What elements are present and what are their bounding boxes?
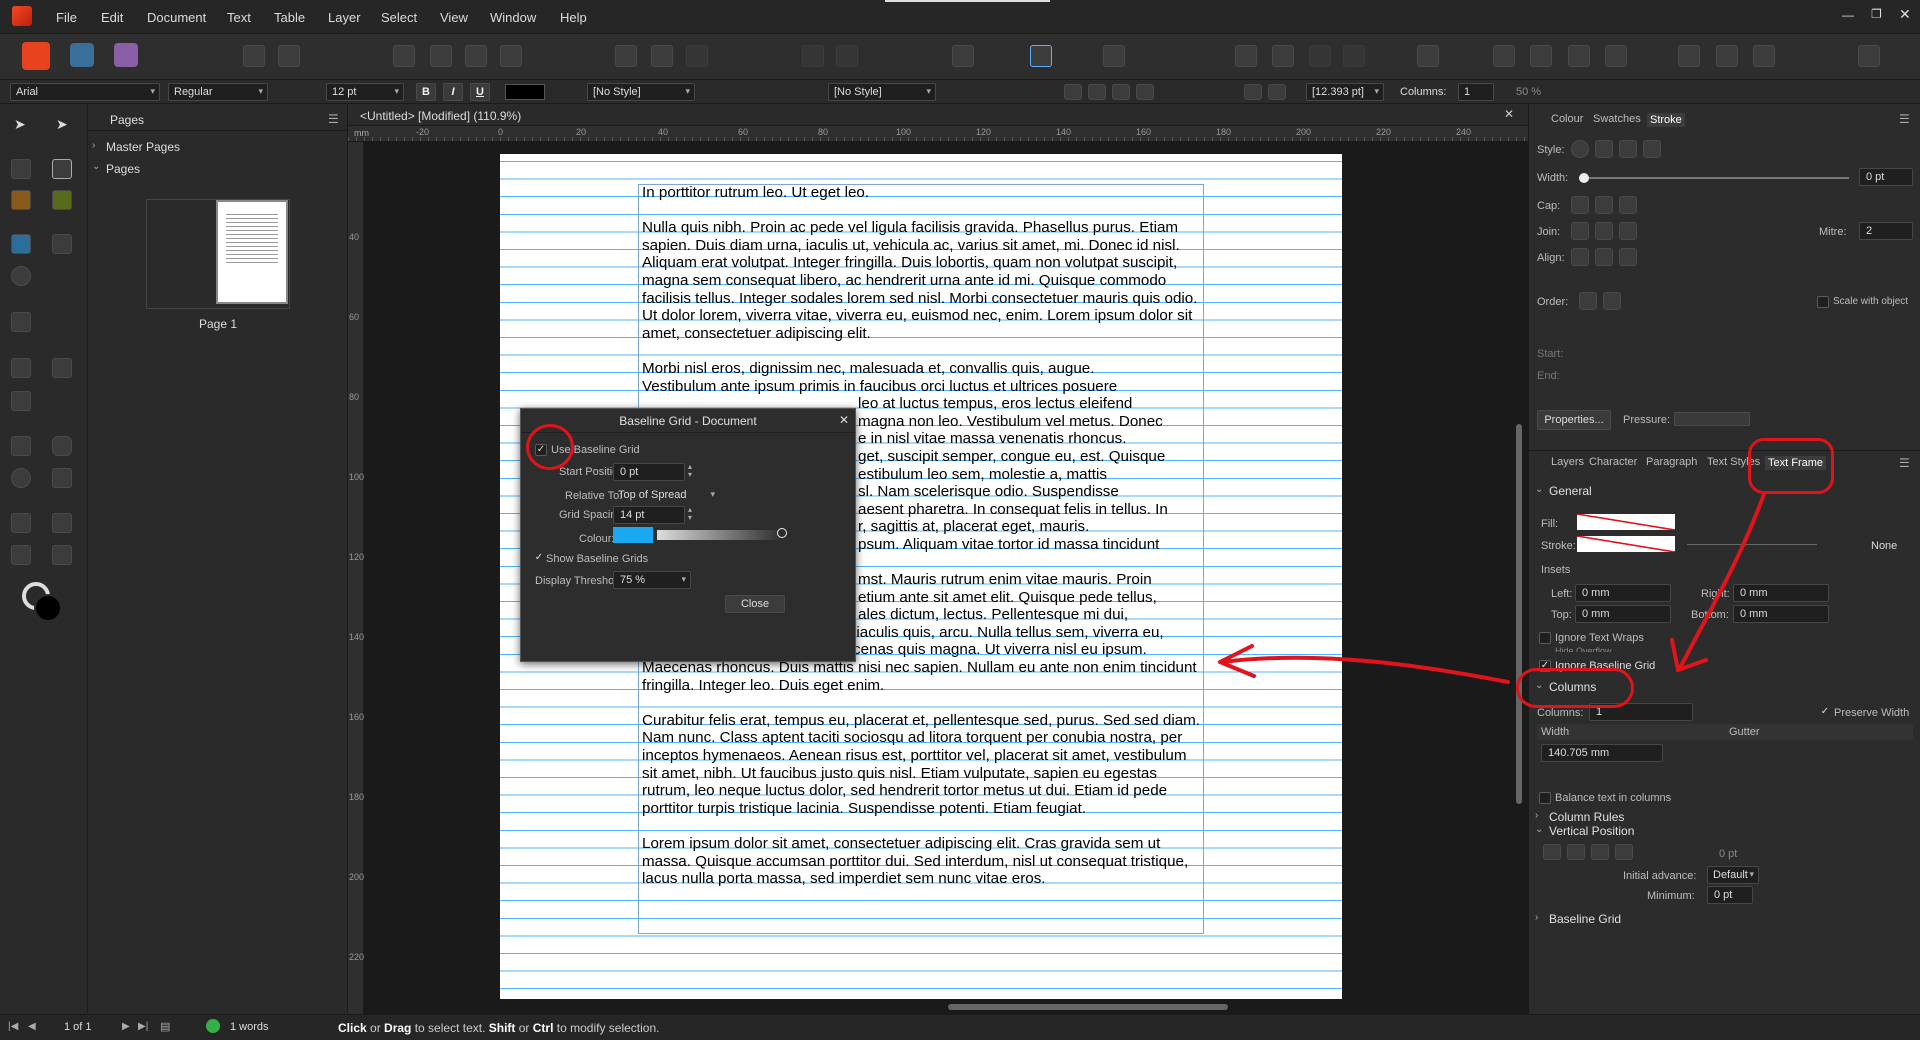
annotation-arrow-to-text: [1220, 655, 1510, 684]
annotation-arrow-down: [1678, 492, 1766, 670]
annotation-arrows: [1218, 492, 1766, 684]
